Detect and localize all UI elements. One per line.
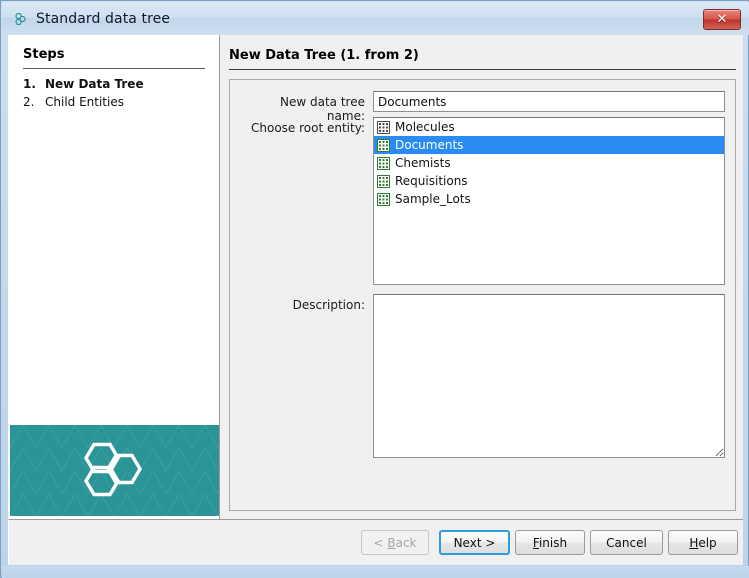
molecule-hexagon-logo [78, 440, 152, 501]
table-grid-icon [377, 175, 390, 188]
form-panel: New data tree name: Choose root entity: [229, 79, 736, 511]
list-item-label: Chemists [395, 156, 451, 170]
steps-divider [23, 68, 205, 69]
step-number: 2. [23, 95, 45, 109]
list-item-label: Molecules [395, 120, 455, 134]
table-grid-icon [377, 193, 390, 206]
close-button[interactable]: ✕ [703, 9, 741, 30]
help-button-label: Help [689, 536, 716, 550]
step-number: 1. [23, 77, 45, 91]
list-item[interactable]: Sample_Lots [374, 190, 724, 208]
list-item[interactable]: Molecules [374, 118, 724, 136]
brand-banner [10, 425, 219, 516]
cancel-button-label: Cancel [606, 536, 647, 550]
description-textarea[interactable] [373, 294, 725, 458]
step-label: Child Entities [45, 95, 124, 109]
title-divider [229, 69, 736, 70]
table-grid-icon [377, 139, 390, 152]
molecule-hexagon-icon [12, 11, 28, 27]
button-bar: < Back Next > Finish Cancel Help [8, 519, 743, 565]
page-title: New Data Tree (1. from 2) [229, 48, 419, 63]
next-button[interactable]: Next > [439, 530, 510, 555]
list-item-label: Sample_Lots [395, 192, 471, 206]
cancel-button[interactable]: Cancel [590, 530, 663, 555]
steps-heading: Steps [23, 47, 64, 62]
list-item[interactable]: Documents [374, 136, 724, 154]
back-button-label: < Back [373, 536, 416, 550]
window-title: Standard data tree [36, 11, 170, 27]
close-icon: ✕ [717, 13, 728, 26]
title-bar: Standard data tree ✕ [2, 2, 749, 35]
main-content: New Data Tree (1. from 2) New data tree … [221, 35, 744, 519]
step-item-new-data-tree: 1. New Data Tree [23, 77, 213, 95]
back-button[interactable]: < Back [361, 530, 429, 555]
step-label: New Data Tree [45, 77, 144, 91]
dialog-window: Standard data tree ✕ Steps 1. New Data T… [0, 0, 749, 578]
next-button-label: Next > [454, 536, 496, 550]
root-entity-label: Choose root entity: [240, 121, 365, 135]
dialog-body: Steps 1. New Data Tree 2. Child Entities… [8, 35, 743, 519]
name-field-label: New data tree name: [240, 95, 365, 123]
data-tree-name-input[interactable] [373, 91, 725, 112]
steps-panel: Steps 1. New Data Tree 2. Child Entities… [9, 35, 220, 519]
finish-button[interactable]: Finish [515, 530, 585, 555]
table-grid-icon [377, 121, 390, 134]
window-bottom-edge [2, 566, 749, 578]
description-label: Description: [240, 298, 365, 312]
list-item-label: Requisitions [395, 174, 468, 188]
root-entity-listbox[interactable]: Molecules Documents [373, 117, 725, 285]
table-grid-icon [377, 157, 390, 170]
step-item-child-entities: 2. Child Entities [23, 95, 213, 113]
help-button[interactable]: Help [668, 530, 738, 555]
list-item[interactable]: Requisitions [374, 172, 724, 190]
steps-list: 1. New Data Tree 2. Child Entities [23, 77, 213, 113]
list-item-label: Documents [395, 138, 463, 152]
list-item[interactable]: Chemists [374, 154, 724, 172]
finish-button-label: Finish [533, 536, 567, 550]
